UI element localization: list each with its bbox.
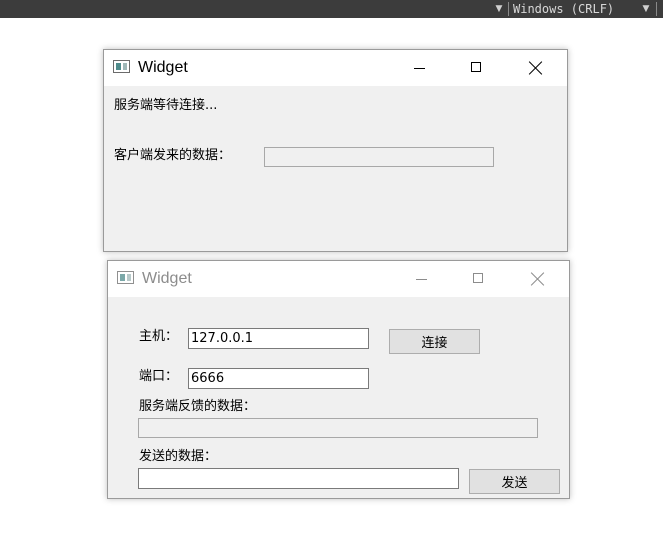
maximize-button[interactable] — [454, 50, 500, 86]
dropdown-arrow-icon[interactable]: ▼ — [494, 0, 504, 18]
app-window-icon — [113, 60, 130, 73]
dropdown-arrow-icon[interactable]: ▼ — [641, 0, 651, 18]
send-button[interactable]: 发送 — [469, 469, 560, 494]
host-label: 主机： — [139, 329, 179, 344]
close-button[interactable] — [515, 261, 561, 297]
received-data-label: 客户端发来的数据： — [114, 148, 232, 163]
send-data-input[interactable] — [138, 468, 459, 489]
received-data-field[interactable] — [264, 147, 494, 167]
status-separator — [508, 2, 509, 16]
window-title: Widget — [138, 59, 188, 76]
client-window: Widget 主机： 连接 端口： 服务端反馈的数据： 发送的数据： 发送 — [107, 260, 570, 499]
server-feedback-field[interactable] — [138, 418, 538, 438]
app-window-icon — [117, 271, 134, 284]
editor-status-bar: ▼ Windows (CRLF) ▼ — [0, 0, 663, 18]
status-separator — [656, 2, 657, 16]
port-input[interactable] — [188, 368, 369, 389]
minimize-button[interactable] — [399, 261, 445, 297]
minimize-icon — [416, 279, 427, 280]
server-status-label: 服务端等待连接... — [114, 98, 218, 113]
window-title: Widget — [142, 270, 192, 287]
close-icon — [529, 61, 543, 75]
close-button[interactable] — [513, 50, 559, 86]
port-label: 端口： — [139, 369, 179, 384]
line-ending-indicator[interactable]: Windows (CRLF) — [513, 0, 614, 18]
minimize-button[interactable] — [397, 50, 443, 86]
server-window: Widget 服务端等待连接... 客户端发来的数据： — [103, 49, 568, 252]
maximize-button[interactable] — [456, 261, 502, 297]
minimize-icon — [414, 68, 425, 69]
maximize-icon — [471, 62, 481, 72]
maximize-icon — [473, 273, 483, 283]
connect-button[interactable]: 连接 — [389, 329, 480, 354]
close-icon — [531, 272, 545, 286]
client-titlebar[interactable]: Widget — [108, 261, 569, 297]
send-data-label: 发送的数据： — [139, 449, 218, 464]
server-feedback-label: 服务端反馈的数据： — [139, 399, 257, 414]
host-input[interactable] — [188, 328, 369, 349]
server-titlebar[interactable]: Widget — [104, 50, 567, 86]
